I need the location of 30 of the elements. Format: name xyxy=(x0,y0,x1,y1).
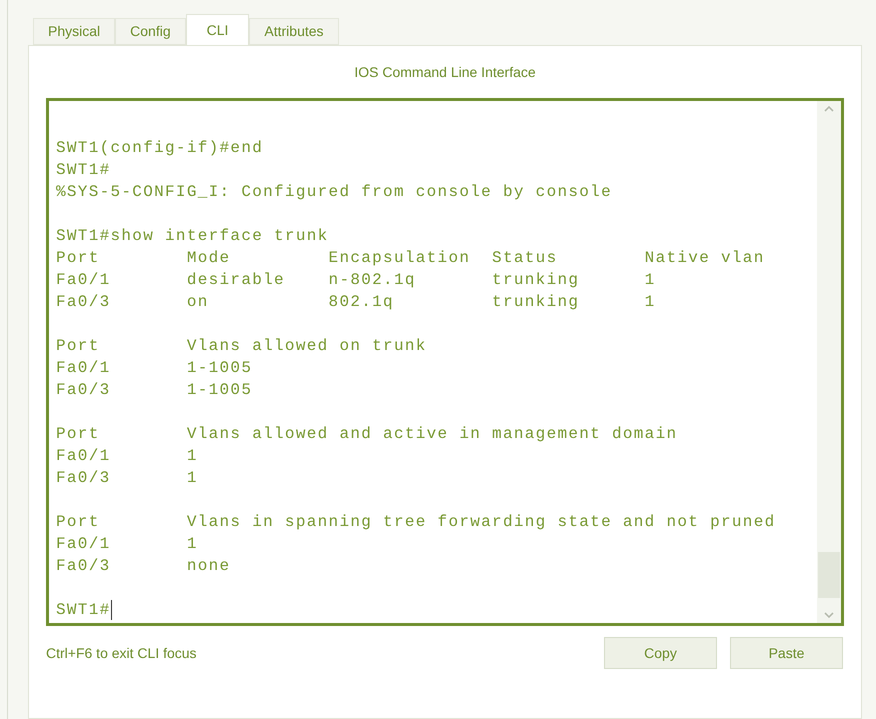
scrollbar[interactable] xyxy=(817,101,841,623)
terminal-line: Fa0/1 1 xyxy=(56,446,198,467)
terminal-line: Port Mode Encapsulation Status Native vlan xyxy=(56,248,765,269)
terminal-line: SWT1#show interface trunk xyxy=(56,226,329,247)
tab[interactable]: Physical xyxy=(33,18,116,45)
terminal-line: SWT1# xyxy=(56,160,111,181)
scroll-up-icon[interactable] xyxy=(824,105,834,112)
scroll-down-icon[interactable] xyxy=(824,612,834,619)
terminal-line: Fa0/1 1-1005 xyxy=(56,358,252,379)
terminal-line: Fa0/1 desirable n-802.1q trunking 1 xyxy=(56,270,656,291)
terminal-prompt: SWT1# xyxy=(56,600,111,621)
tab[interactable]: Attributes xyxy=(249,18,339,45)
terminal-line: Fa0/1 1 xyxy=(56,534,198,555)
terminal-line: SWT1(config-if)#end xyxy=(56,138,264,159)
terminal-line: Fa0/3 on 802.1q trunking 1 xyxy=(56,292,656,313)
terminal-line: Port Vlans allowed and active in management domain xyxy=(56,424,678,445)
panel-title: IOS Command Line Interface xyxy=(354,62,536,82)
terminal-line: Fa0/3 none xyxy=(56,556,230,577)
terminal-line: Fa0/3 1-1005 xyxy=(56,380,252,401)
action-button[interactable]: Paste xyxy=(730,637,843,669)
terminal-line: Port Vlans allowed on trunk xyxy=(56,336,427,357)
tab[interactable]: Config xyxy=(115,18,186,45)
terminal-line: %SYS-5-CONFIG_I: Configured from console by console xyxy=(56,182,612,203)
tab[interactable]: CLI xyxy=(186,14,250,45)
scrollbar-thumb[interactable] xyxy=(818,552,840,598)
action-button[interactable]: Copy xyxy=(604,637,717,669)
terminal-line: Fa0/3 1 xyxy=(56,468,198,489)
hint-text: Ctrl+F6 to exit CLI focus xyxy=(46,644,197,662)
terminal-output[interactable] xyxy=(46,98,844,626)
terminal-line: Port Vlans in spanning tree forwarding state and not pruned xyxy=(56,512,776,533)
